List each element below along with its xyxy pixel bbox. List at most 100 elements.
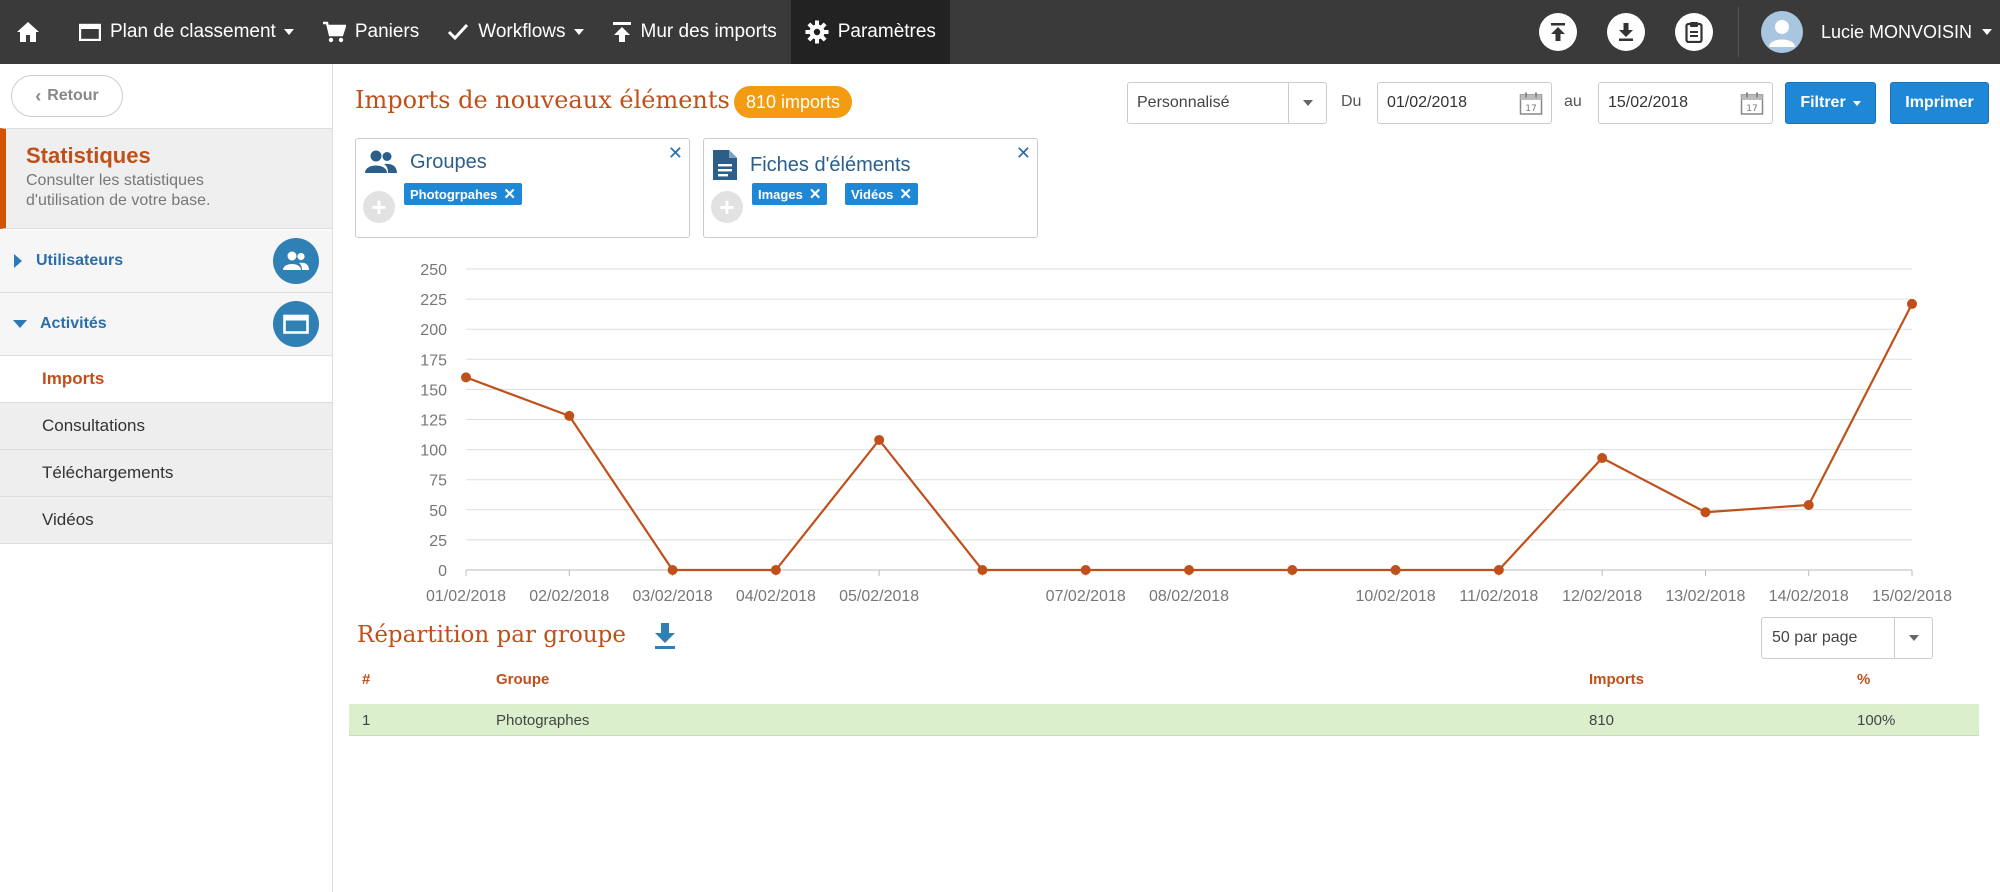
- data-point: [1493, 565, 1504, 575]
- sidebar-item-videos[interactable]: Vidéos: [0, 497, 332, 544]
- filter-tag-label: Vidéos: [851, 186, 894, 202]
- sidebar-item-telechargements[interactable]: Téléchargements: [0, 450, 332, 497]
- user-icon: [1768, 20, 1795, 47]
- filter-card-title: Groupes: [410, 150, 487, 173]
- column-header[interactable]: #: [362, 671, 370, 688]
- column-header[interactable]: Imports: [1589, 671, 1644, 688]
- sidebar: ‹ Retour Statistiques Consulter les stat…: [0, 64, 333, 892]
- nav-plan-de-classement[interactable]: Plan de classement: [65, 0, 308, 64]
- user-menu[interactable]: Lucie MONVOISIN: [1749, 0, 2000, 64]
- x-tick-label: 14/02/2018: [1769, 588, 1849, 605]
- section-description: Consulter les statistiques d'utilisation…: [26, 172, 211, 209]
- column-header[interactable]: Groupe: [496, 671, 549, 688]
- chevron-down-icon: [1982, 29, 1992, 35]
- print-button[interactable]: Imprimer: [1890, 82, 1989, 124]
- download-icon: [1618, 23, 1633, 41]
- column-header[interactable]: %: [1857, 671, 1870, 688]
- close-icon[interactable]: ✕: [668, 143, 683, 164]
- data-point: [1803, 499, 1814, 510]
- y-tick-label: 100: [420, 443, 447, 460]
- filter-tag-label: Images: [758, 186, 803, 202]
- from-date-value: 01/02/2018: [1387, 94, 1468, 111]
- nav-workflows[interactable]: Workflows: [433, 0, 597, 64]
- users-icon: [273, 238, 319, 284]
- download-icon[interactable]: [653, 622, 677, 650]
- table-cell: 1: [362, 712, 371, 729]
- y-tick-label: 25: [429, 533, 447, 550]
- to-date-field[interactable]: 15/02/2018 17: [1598, 82, 1773, 124]
- section-title: Statistiques: [26, 143, 151, 168]
- sidebar-item-label: Imports: [42, 369, 105, 388]
- from-date-field[interactable]: 01/02/2018 17: [1377, 82, 1552, 124]
- filter-card-header: Groupes: [364, 149, 487, 175]
- x-tick-label: 08/02/2018: [1149, 588, 1229, 605]
- y-tick-label: 200: [420, 322, 447, 339]
- divider: [1737, 7, 1739, 57]
- statistics-header: Statistiques Consulter les statistiques …: [0, 128, 332, 229]
- chevron-down-icon: [573, 29, 584, 35]
- add-icon[interactable]: +: [363, 191, 395, 223]
- nav-label: Workflows: [478, 21, 566, 42]
- data-point: [1700, 507, 1711, 518]
- y-tick-label: 0: [438, 563, 447, 580]
- filter-tag[interactable]: Vidéos ✕: [845, 183, 918, 205]
- y-tick-label: 225: [420, 292, 447, 309]
- data-point: [1184, 565, 1194, 575]
- nav-mur-des-imports[interactable]: Mur des imports: [598, 0, 791, 64]
- print-button-label: Imprimer: [1905, 94, 1974, 111]
- close-icon[interactable]: ✕: [1016, 143, 1031, 164]
- calendar-icon[interactable]: 17: [1519, 92, 1543, 116]
- filter-tag[interactable]: Photogrpahes ✕: [404, 183, 522, 205]
- sidebar-section-utilisateurs[interactable]: Utilisateurs: [0, 230, 332, 293]
- x-tick-label: 10/02/2018: [1356, 588, 1436, 605]
- avatar: [1760, 11, 1803, 53]
- chevron-down-icon: [1302, 100, 1313, 106]
- download-button[interactable]: [1606, 13, 1645, 51]
- x-tick-label: 03/02/2018: [633, 588, 713, 605]
- folder-icon: [79, 23, 101, 41]
- sidebar-item-consultations[interactable]: Consultations: [0, 403, 332, 450]
- sidebar-item-label: Téléchargements: [42, 463, 174, 482]
- filter-tag[interactable]: Images ✕: [752, 183, 828, 205]
- x-tick-label: 02/02/2018: [529, 588, 609, 605]
- home-button[interactable]: [0, 0, 65, 64]
- sidebar-item-imports[interactable]: Imports: [0, 356, 332, 403]
- y-tick-label: 175: [420, 352, 447, 369]
- per-page-select[interactable]: 50 par page: [1761, 617, 1933, 659]
- y-tick-label: 50: [429, 503, 447, 520]
- upload-button[interactable]: [1538, 13, 1577, 51]
- chevron-down-icon: [1908, 635, 1919, 641]
- remove-tag-icon[interactable]: ✕: [899, 185, 912, 203]
- add-icon[interactable]: +: [711, 191, 743, 223]
- svg-text:17: 17: [1746, 104, 1757, 114]
- imports-count-badge: 810 imports: [734, 86, 853, 118]
- chevron-down-icon: [13, 320, 27, 328]
- period-select-value: Personnalisé: [1137, 94, 1230, 111]
- sidebar-section-activites[interactable]: Activités: [0, 293, 332, 356]
- upload-icon: [1550, 23, 1565, 41]
- filter-card-header: Fiches d'éléments: [712, 149, 911, 181]
- back-button[interactable]: ‹ Retour: [11, 75, 123, 117]
- x-tick-label: 15/02/2018: [1872, 588, 1952, 605]
- page-title: Imports de nouveaux éléments: [355, 86, 730, 114]
- to-label: au: [1564, 93, 1582, 110]
- table-row[interactable]: [349, 704, 1979, 736]
- data-point: [770, 565, 781, 575]
- period-select[interactable]: Personnalisé: [1127, 82, 1327, 124]
- nav-paniers[interactable]: Paniers: [308, 0, 433, 64]
- dropdown-toggle[interactable]: [1894, 618, 1932, 658]
- dropdown-toggle[interactable]: [1288, 83, 1326, 123]
- x-tick-label: 12/02/2018: [1562, 588, 1642, 605]
- chevron-right-icon: [14, 254, 22, 268]
- x-tick-label: 07/02/2018: [1046, 588, 1126, 605]
- remove-tag-icon[interactable]: ✕: [503, 185, 516, 203]
- sidebar-section-label: Utilisateurs: [36, 252, 124, 269]
- remove-tag-icon[interactable]: ✕: [809, 185, 822, 203]
- calendar-icon[interactable]: 17: [1740, 92, 1764, 116]
- nav-parametres[interactable]: Paramètres: [790, 0, 950, 64]
- filter-button[interactable]: Filtrer: [1785, 82, 1876, 124]
- data-point: [874, 434, 885, 445]
- x-tick-label: 11/02/2018: [1459, 588, 1538, 605]
- sidebar-item-label: Vidéos: [42, 510, 94, 529]
- clipboard-button[interactable]: [1674, 13, 1713, 51]
